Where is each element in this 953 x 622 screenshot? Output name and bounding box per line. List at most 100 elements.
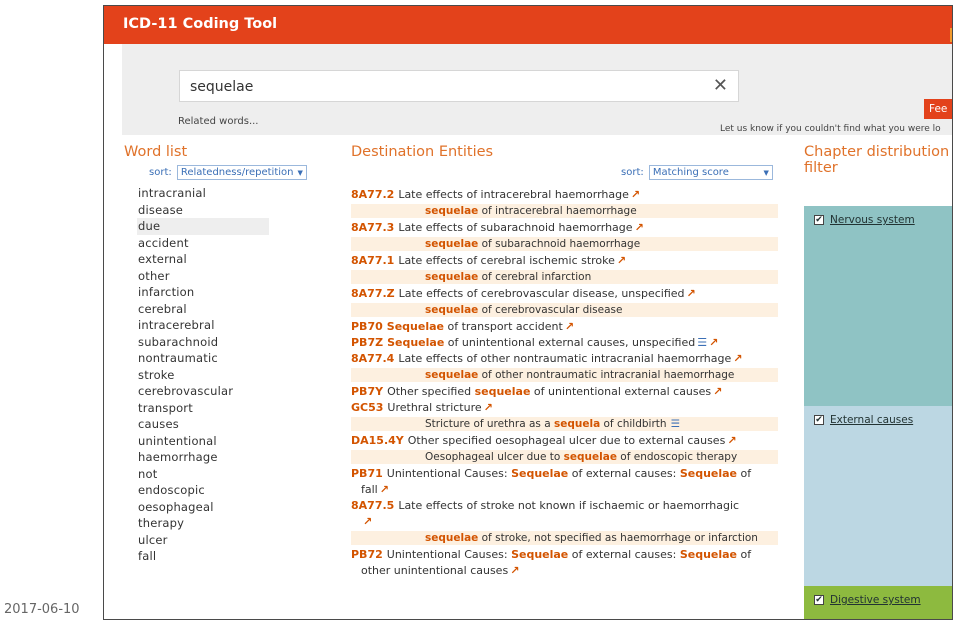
destination-entity[interactable]: 8A77.1 Late effects of cerebral ischemic … [351,253,778,269]
feedback-button[interactable]: Fee [924,99,952,119]
dropdown-arrow-icon: ▼ [763,169,769,177]
word-list-item[interactable]: infarction [137,284,269,301]
chapter-label: Nervous system [830,214,915,226]
word-list-item[interactable]: disease [137,202,269,219]
external-link-icon[interactable]: ↗ [617,254,626,267]
chapter-heading-line2: filter [804,160,838,176]
entity-code[interactable]: 8A77.5 [351,499,394,512]
sort-label: sort: [621,167,644,178]
word-list-item[interactable]: oesophageal [137,499,269,516]
sort-value: Matching score [652,167,729,178]
word-list-item[interactable]: not [137,466,269,483]
related-words-link[interactable]: Related words... [178,116,258,127]
word-list-item[interactable]: fall [137,548,269,565]
destination-entity[interactable]: PB7Y Other specified sequelae of unintent… [351,384,778,400]
entity-code[interactable]: PB7Y [351,385,383,398]
destination-heading: Destination Entities [351,144,494,160]
destination-entity[interactable]: 8A77.5 Late effects of stroke not known i… [351,498,778,530]
destination-sort-select[interactable]: Matching score ▼ [648,165,773,180]
word-list-item[interactable]: transport [137,400,269,417]
list-icon[interactable]: ☰ [697,336,707,349]
destination-entity[interactable]: PB71 Unintentional Causes: Sequelae of ex… [351,466,778,498]
destination-entity[interactable]: 8A77.3 Late effects of subarachnoid haemo… [351,220,778,236]
destination-entity[interactable]: 8A77.Z Late effects of cerebrovascular di… [351,286,778,302]
destination-entity[interactable]: PB72 Unintentional Causes: Sequelae of ex… [351,547,778,579]
destination-entity[interactable]: PB7Z Sequelae of unintentional external c… [351,335,778,351]
close-icon[interactable]: ✕ [713,75,728,96]
dropdown-arrow-icon: ▼ [297,169,303,177]
app-title: ICD-11 Coding Tool [123,16,278,32]
word-list-item[interactable]: accident [137,235,269,252]
external-link-icon[interactable]: ↗ [631,188,640,201]
entity-match-detail: Oesophageal ulcer due to sequelae of end… [351,450,778,464]
word-list-item[interactable]: ulcer [137,532,269,549]
destination-sort: sort: Matching score ▼ [621,160,773,180]
entity-code[interactable]: PB7Z [351,336,383,349]
list-icon[interactable]: ☰ [671,418,680,430]
entity-code[interactable]: PB71 [351,467,383,480]
external-link-icon[interactable]: ↗ [510,564,519,577]
external-link-icon[interactable]: ↗ [713,385,722,398]
word-list-item[interactable]: causes [137,416,269,433]
entity-code[interactable]: 8A77.4 [351,352,394,365]
chapter-heading-line1: Chapter distribution [804,144,950,160]
highlighted-term: sequelae [425,532,479,544]
entity-title-continuation: other unintentional causes ↗ [361,564,520,577]
search-input[interactable] [190,76,690,98]
word-list-sort-select[interactable]: Relatedness/repetition ▼ [176,165,307,180]
external-link-icon[interactable]: ↗ [709,336,718,349]
chapter-filter-checkbox[interactable]: ✔ Nervous system [814,214,915,226]
word-list-heading: Word list [124,144,188,160]
external-link-icon[interactable]: ↗ [727,434,736,447]
external-link-icon[interactable]: ↗ [733,352,742,365]
destination-entity[interactable]: PB70 Sequelae of transport accident ↗ [351,319,778,335]
external-link-icon[interactable]: ↗ [635,221,644,234]
word-list-item[interactable]: subarachnoid [137,334,269,351]
checkbox-icon: ✔ [814,415,824,425]
destination-entity[interactable]: 8A77.4 Late effects of other nontraumatic… [351,351,778,367]
entity-code[interactable]: 8A77.Z [351,287,395,300]
entity-code[interactable]: 8A77.3 [351,221,394,234]
word-list-item[interactable]: intracranial [137,185,269,202]
word-list-item[interactable]: intracerebral [137,317,269,334]
entity-code[interactable]: 8A77.2 [351,188,394,201]
word-list-item[interactable]: unintentional [137,433,269,450]
external-link-icon[interactable]: ↗ [687,287,696,300]
entity-code[interactable]: 8A77.1 [351,254,394,267]
word-list-item[interactable]: stroke [137,367,269,384]
word-list-item[interactable]: cerebrovascular [137,383,269,400]
word-list-sort: sort: Relatedness/repetition ▼ [149,160,307,180]
destination-entity[interactable]: 8A77.2 Late effects of intracerebral haem… [351,187,778,203]
external-link-icon[interactable]: ↗ [565,320,574,333]
entity-title-continuation: ↗ [351,514,778,530]
entity-code[interactable]: DA15.4Y [351,434,404,447]
external-link-icon[interactable]: ↗ [363,515,372,528]
external-link-icon[interactable]: ↗ [380,483,389,496]
external-link-icon[interactable]: ↗ [484,401,493,414]
highlighted-term: sequelae [425,369,479,381]
highlighted-term: sequelae [425,271,479,283]
destination-entity-list: 8A77.2 Late effects of intracerebral haem… [351,187,778,579]
chapter-filter-checkbox[interactable]: ✔ Digestive system [814,594,921,606]
chapter-band: ✔ External causes [804,406,952,586]
word-list-item[interactable]: due [137,218,269,235]
chapter-filter-checkbox[interactable]: ✔ External causes [814,414,913,426]
word-list-item[interactable]: haemorrhage [137,449,269,466]
destination-entity[interactable]: GC53 Urethral stricture ↗ [351,400,778,416]
entity-code[interactable]: GC53 [351,401,383,414]
destination-entity[interactable]: DA15.4Y Other specified oesophageal ulcer… [351,433,778,449]
entity-code[interactable]: PB72 [351,548,383,561]
word-list-item[interactable]: other [137,268,269,285]
entity-match-detail: sequelae of other nontraumatic intracran… [351,368,778,382]
entity-code[interactable]: PB70 [351,320,383,333]
entity-match-detail: Stricture of urethra as a sequela of chi… [351,417,778,431]
date-stamp: 2017-06-10 [4,602,80,617]
word-list-item[interactable]: cerebral [137,301,269,318]
word-list-item[interactable]: external [137,251,269,268]
word-list-item[interactable]: nontraumatic [137,350,269,367]
word-list-item[interactable]: therapy [137,515,269,532]
feedback-note: Let us know if you couldn't find what yo… [720,124,941,134]
highlighted-term: sequelae [474,385,531,398]
word-list-item[interactable]: endoscopic [137,482,269,499]
chapter-band: ✔ Digestive system [804,586,952,619]
